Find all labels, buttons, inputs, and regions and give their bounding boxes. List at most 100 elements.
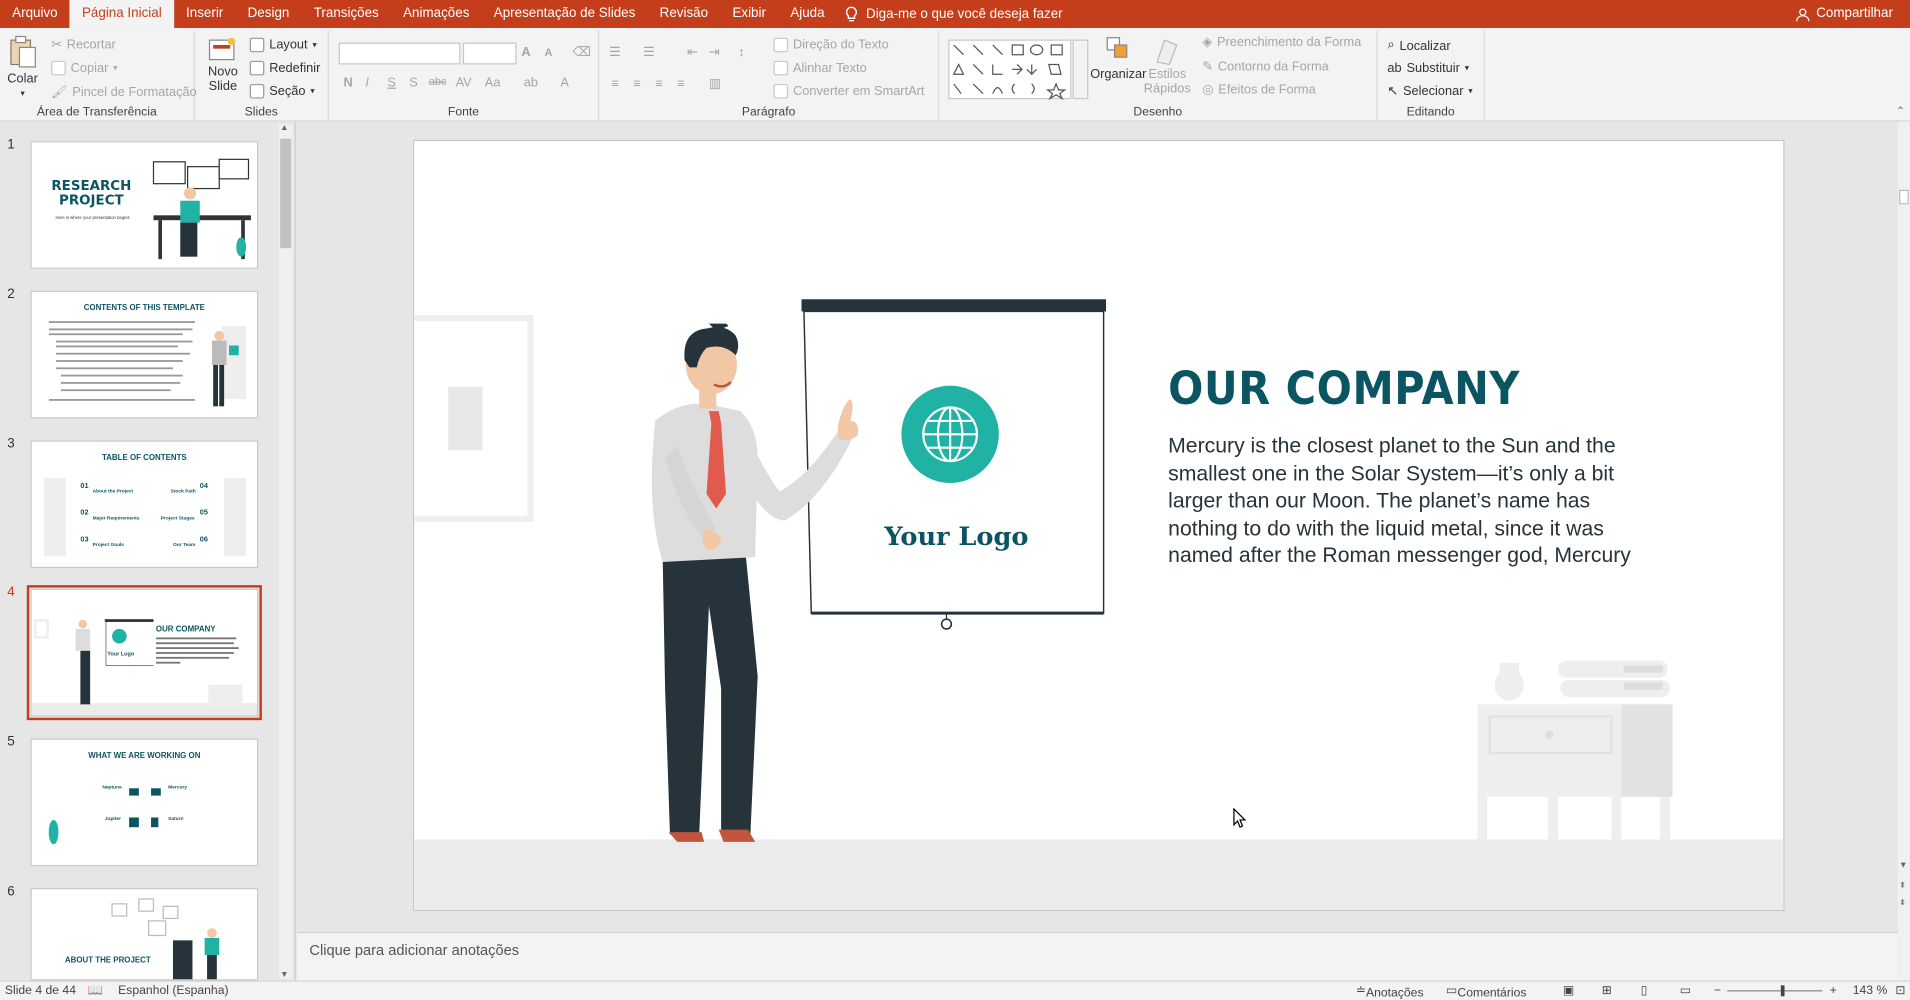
- font-grow-button[interactable]: A: [521, 45, 530, 60]
- thumb-icon-box: [151, 817, 159, 828]
- slide-thumbnail-6[interactable]: ABOUT THE PROJECT: [30, 888, 259, 981]
- tab-ajuda[interactable]: Ajuda: [778, 0, 837, 28]
- decrease-indent-button[interactable]: ⇤: [687, 45, 698, 60]
- shape-fill-button[interactable]: ◈ Preenchimento da Forma: [1202, 35, 1361, 50]
- prev-slide-icon[interactable]: ⇞: [1899, 881, 1906, 891]
- reading-view-icon[interactable]: ▯: [1641, 984, 1648, 997]
- shape-effects-button[interactable]: ◎ Efeitos de Forma: [1202, 83, 1315, 98]
- replace-button[interactable]: ab Substituir ▾: [1387, 61, 1469, 76]
- comments-toggle[interactable]: ▭ Comentários: [1446, 984, 1527, 1000]
- slide-thumbnail-2[interactable]: CONTENTS OF THIS TEMPLATE: [30, 290, 259, 419]
- share-button[interactable]: Compartilhar: [1796, 0, 1893, 28]
- thumb-title: WHAT WE ARE WORKING ON: [88, 751, 201, 761]
- align-text-button[interactable]: Alinhar Texto: [773, 60, 867, 76]
- align-center-button[interactable]: ≡: [633, 77, 640, 92]
- scroll-thumb[interactable]: [280, 138, 292, 249]
- toc-item: Stock Path: [170, 487, 196, 494]
- reset-button[interactable]: Redefinir: [249, 60, 320, 76]
- tab-animacoes[interactable]: Animações: [391, 0, 482, 28]
- shapes-gallery[interactable]: [946, 38, 1090, 101]
- slide-sorter-icon[interactable]: ⊞: [1602, 984, 1612, 997]
- arrange-button[interactable]: Organizar: [1090, 35, 1146, 82]
- highlight-button[interactable]: ab: [524, 75, 538, 90]
- slide-thumbnail-3[interactable]: TABLE OF CONTENTS 01 About the Project 0…: [30, 440, 259, 569]
- align-left-button[interactable]: ≡: [611, 77, 618, 92]
- text-direction-label: Direção do Texto: [792, 37, 889, 53]
- quick-styles-button[interactable]: Estilos Rápidos: [1144, 35, 1191, 96]
- fit-to-window-icon[interactable]: ⊡: [1895, 984, 1905, 997]
- thumbnail-scrollbar[interactable]: ▲ ▼: [278, 124, 293, 980]
- format-painter-button[interactable]: 🖌 Pincel de Formatação: [51, 84, 197, 100]
- next-slide-icon[interactable]: ⇟: [1899, 898, 1906, 908]
- bold-button[interactable]: N: [344, 75, 353, 90]
- slide-canvas[interactable]: Your Logo OUR COMPANY Mercury is the clo…: [412, 139, 1785, 912]
- zoom-out-icon[interactable]: −: [1714, 984, 1721, 997]
- font-shrink-button[interactable]: A: [544, 46, 552, 58]
- change-case-button[interactable]: Aa: [485, 75, 501, 90]
- quick-styles-icon: [1156, 39, 1178, 66]
- reset-icon: [249, 60, 265, 76]
- shadow-button[interactable]: S: [409, 75, 418, 90]
- editor-scroll-thumb[interactable]: [1899, 189, 1909, 205]
- notes-pane[interactable]: Clique para adicionar anotações: [297, 931, 1898, 981]
- tab-design[interactable]: Design: [235, 0, 301, 28]
- spellcheck-icon[interactable]: 📖: [88, 984, 103, 997]
- select-label: Selecionar: [1403, 83, 1464, 99]
- collapse-ribbon-icon[interactable]: ⌃: [1896, 105, 1905, 118]
- font-color-button[interactable]: A: [560, 75, 569, 90]
- strikethrough-button[interactable]: abc: [429, 75, 447, 87]
- cut-button[interactable]: ✂ Recortar: [51, 38, 116, 53]
- slide-thumbnail-5[interactable]: WHAT WE ARE WORKING ON Neptune Mercury J…: [30, 738, 259, 867]
- select-button[interactable]: ↖ Selecionar ▾: [1387, 84, 1472, 99]
- font-name-combo[interactable]: [338, 42, 461, 65]
- tab-apresentacao[interactable]: Apresentação de Slides: [482, 0, 648, 28]
- increase-indent-button[interactable]: ⇥: [709, 45, 720, 60]
- line-spacing-button[interactable]: ↕: [738, 45, 744, 60]
- paste-button[interactable]: Colar ▾: [7, 35, 38, 99]
- zoom-slider-thumb[interactable]: [1780, 985, 1785, 997]
- numbering-button[interactable]: ☰: [643, 45, 654, 60]
- slide-body-text[interactable]: Mercury is the closest planet to the Sun…: [1168, 432, 1655, 569]
- zoom-slider[interactable]: [1727, 990, 1823, 992]
- bullets-button[interactable]: ☰: [609, 45, 620, 60]
- section-dropdown-icon: ▾: [310, 87, 315, 97]
- tell-me-box[interactable]: Diga-me o que você deseja fazer: [844, 5, 1063, 22]
- char-spacing-button[interactable]: AV: [456, 75, 472, 90]
- layout-button[interactable]: Layout ▾: [249, 37, 317, 53]
- columns-button[interactable]: ▥: [709, 77, 721, 92]
- clear-format-button[interactable]: ⌫: [573, 45, 591, 60]
- tab-exibir[interactable]: Exibir: [720, 0, 778, 28]
- copy-label: Copiar: [70, 60, 109, 76]
- scroll-down-icon[interactable]: ▼: [1899, 861, 1907, 870]
- scroll-up-icon[interactable]: ▲: [280, 124, 288, 133]
- italic-button[interactable]: I: [365, 75, 369, 90]
- tab-revisao[interactable]: Revisão: [647, 0, 720, 28]
- align-right-button[interactable]: ≡: [655, 77, 662, 92]
- font-size-combo[interactable]: [462, 42, 517, 65]
- tab-inserir[interactable]: Inserir: [174, 0, 236, 28]
- smartart-button[interactable]: Converter em SmartArt: [773, 83, 924, 99]
- editor-scrollbar[interactable]: ▼ ⇞ ⇟: [1897, 121, 1910, 981]
- notes-toggle[interactable]: ≐ Anotações: [1356, 984, 1424, 1000]
- language-label[interactable]: Espanhol (Espanha): [118, 984, 228, 997]
- text-direction-button[interactable]: Direção do Texto: [773, 37, 889, 53]
- slide-thumbnail-1[interactable]: RESEARCH PROJECT Here is where your pres…: [30, 141, 259, 269]
- slideshow-icon[interactable]: ▭: [1680, 984, 1692, 997]
- normal-view-icon[interactable]: ▣: [1563, 984, 1575, 997]
- tab-transicoes[interactable]: Transições: [302, 0, 391, 28]
- tab-pagina-inicial[interactable]: Página Inicial: [69, 0, 174, 28]
- find-button[interactable]: ⌕ Localizar: [1387, 38, 1450, 54]
- section-button[interactable]: Seção ▾: [249, 83, 315, 99]
- copy-button[interactable]: Copiar ▾: [51, 60, 117, 76]
- slide-thumbnail-4[interactable]: OUR COMPANY Your Logo: [26, 585, 262, 721]
- scroll-down-icon[interactable]: ▼: [280, 971, 288, 980]
- new-slide-button[interactable]: Novo Slide: [207, 35, 239, 94]
- underline-button[interactable]: S: [387, 75, 396, 90]
- zoom-in-icon[interactable]: +: [1830, 984, 1837, 997]
- zoom-level[interactable]: 143 %: [1853, 984, 1888, 997]
- shape-outline-button[interactable]: ✎ Contorno da Forma: [1202, 60, 1329, 75]
- paragraph-group: ☰ ☰ ⇤ ⇥ ↕ Direção do Texto Alinhar Texto…: [599, 30, 940, 121]
- slide-title[interactable]: OUR COMPANY: [1168, 363, 1520, 415]
- justify-button[interactable]: ≡: [677, 77, 684, 92]
- tab-arquivo[interactable]: Arquivo: [0, 0, 70, 28]
